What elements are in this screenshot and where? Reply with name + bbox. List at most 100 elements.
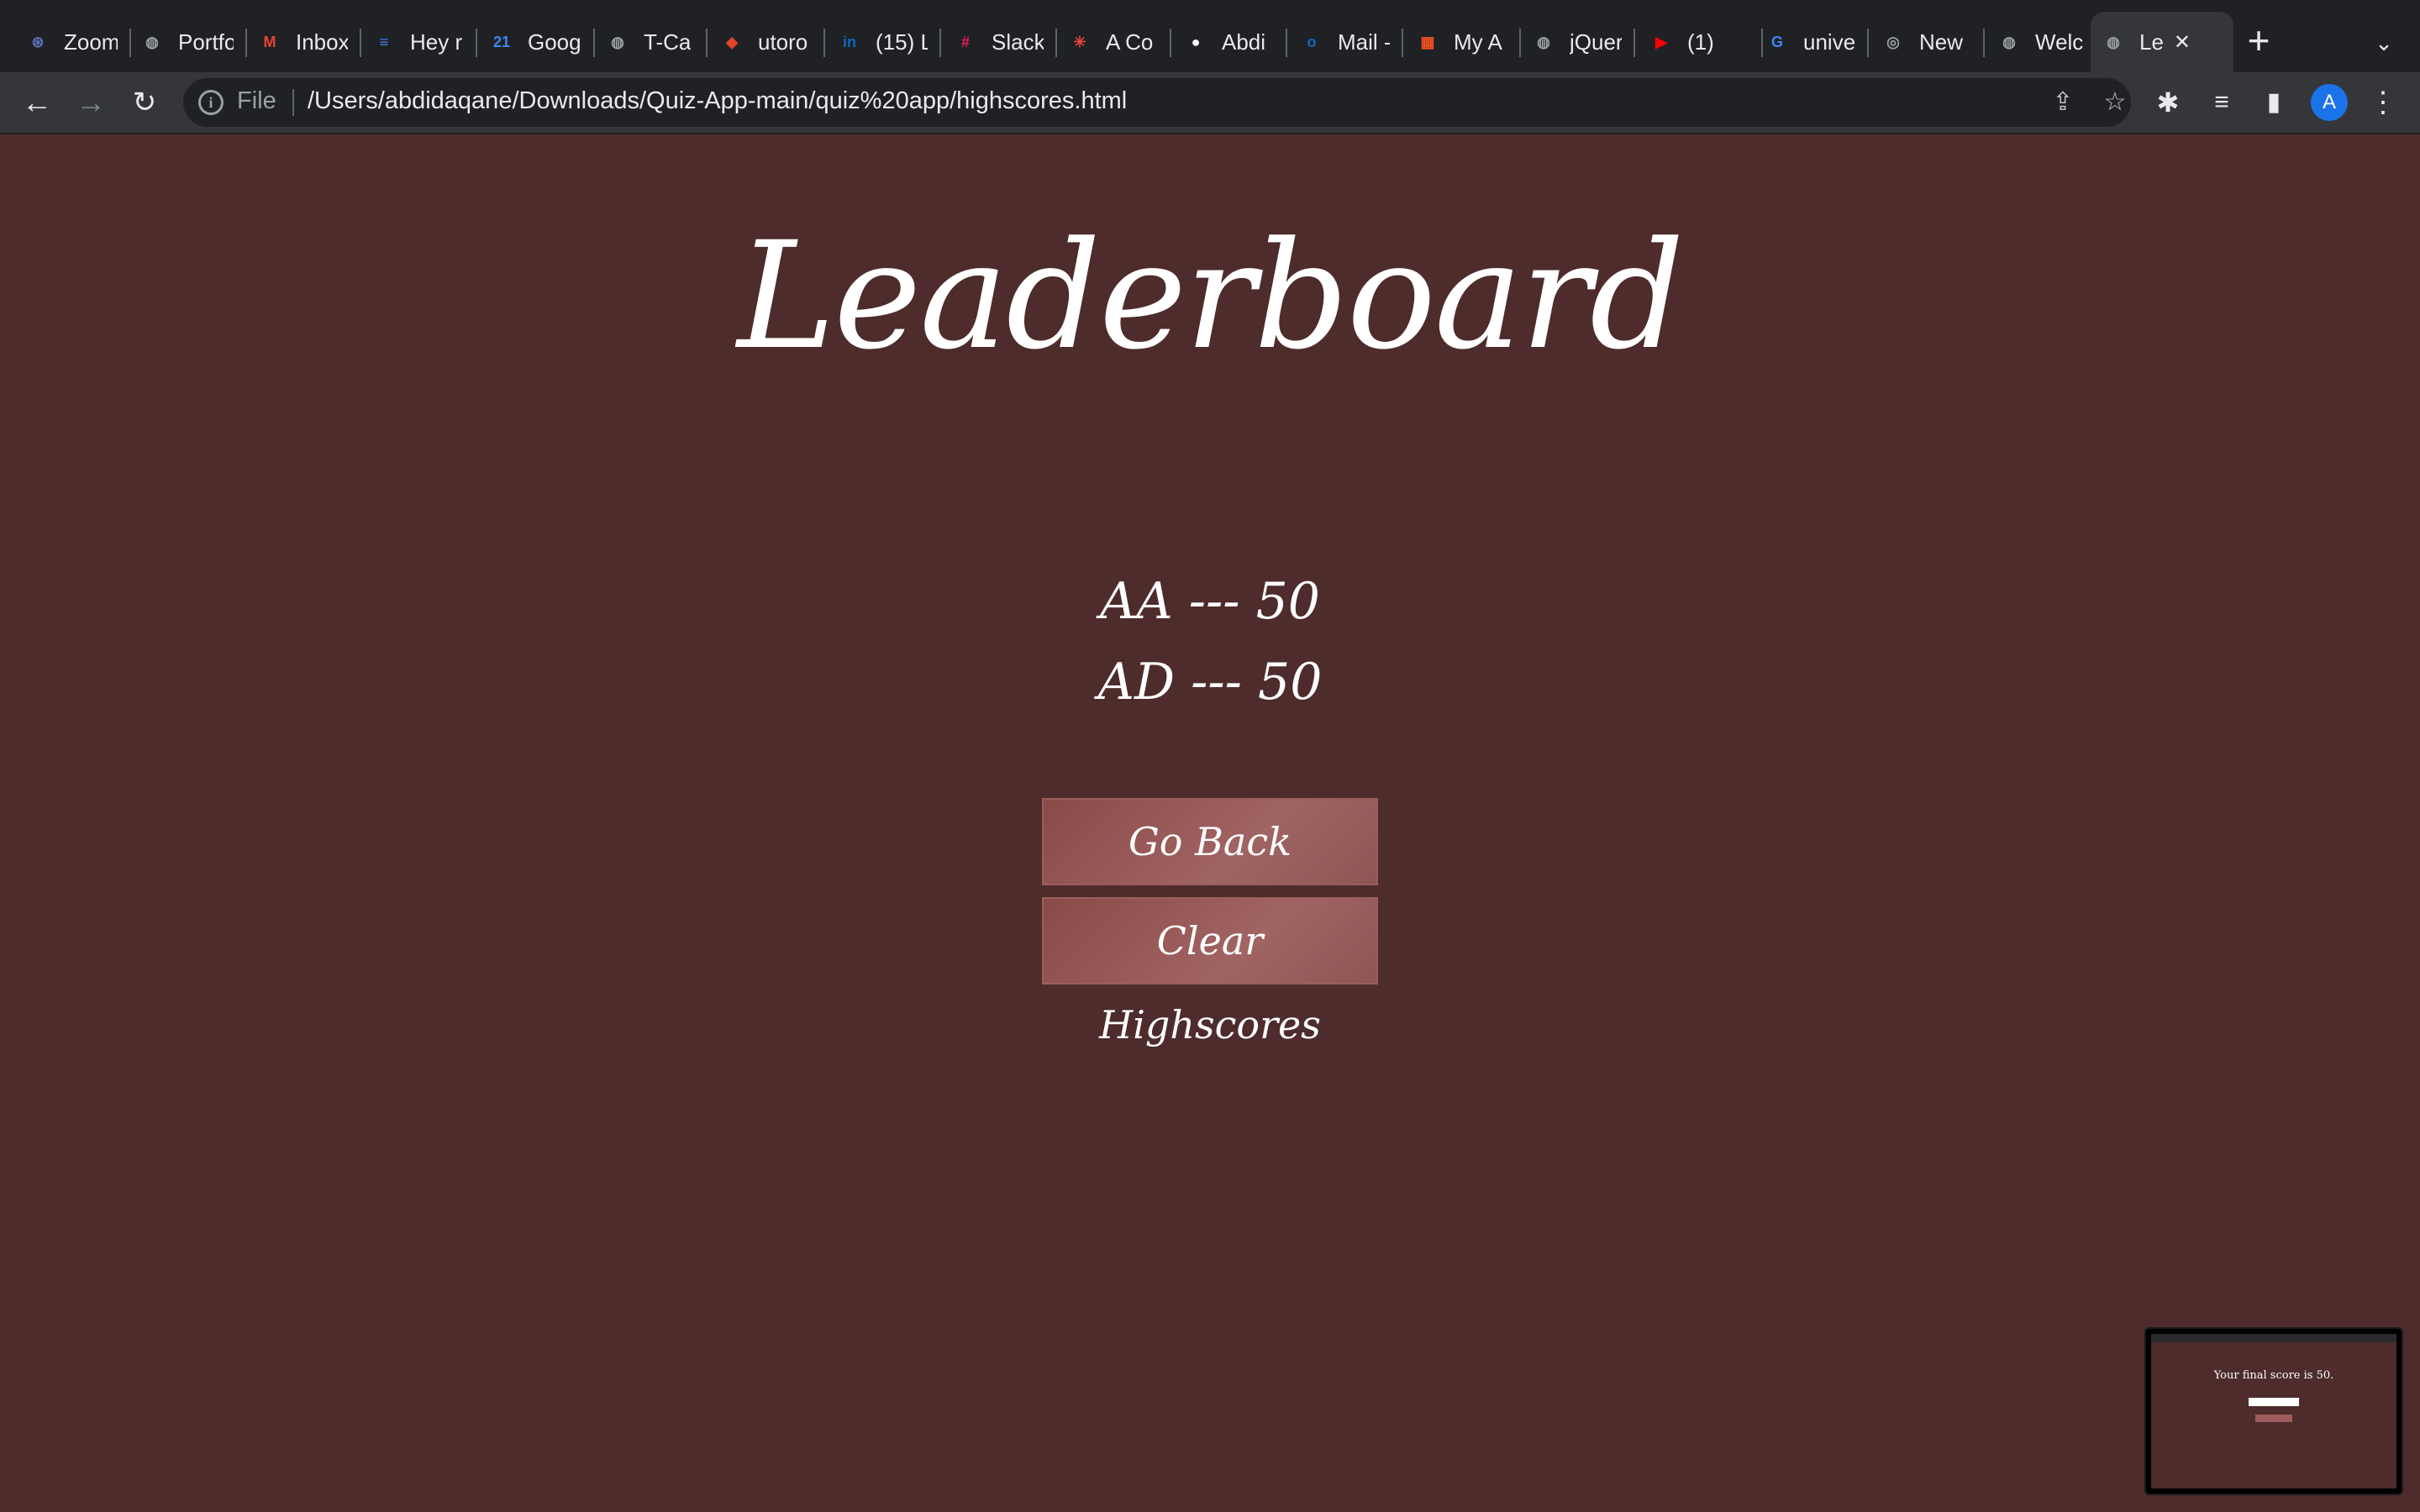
screenshot-preview-thumbnail[interactable]: Your final score is 50.: [2144, 1327, 2403, 1495]
url-text[interactable]: /Users/abdidaqane/Downloads/Quiz-App-mai…: [308, 87, 1127, 115]
zoom-icon: ⊛: [31, 33, 45, 50]
tab-separator: [593, 29, 595, 57]
gmail-icon: M: [263, 33, 276, 50]
browser-tab[interactable]: # Slack: [953, 15, 1044, 69]
tab-title: jQuer: [1570, 29, 1622, 55]
globe-icon: ◍: [1537, 33, 1550, 50]
tab-title: Mail -: [1338, 29, 1390, 55]
bookmark-star-icon[interactable]: ☆: [2097, 85, 2133, 120]
browser-tab[interactable]: ● Abdi: [1183, 15, 1274, 69]
tab-title: Abdi: [1222, 29, 1266, 55]
browser-tab[interactable]: Gunive: [1765, 15, 1855, 69]
media-control-icon[interactable]: ≡: [2200, 81, 2244, 124]
tab-title: utoro: [758, 29, 808, 55]
reload-button[interactable]: ↻: [123, 81, 166, 124]
page-content: Leaderboard AA --- 50 AD --- 50 Go Back …: [0, 134, 2420, 1512]
tab-separator: [476, 29, 477, 57]
score-item: AD --- 50: [1097, 653, 1323, 711]
google-icon: G: [1770, 33, 1783, 50]
browser-tab[interactable]: ⊛ Zoom: [25, 15, 118, 69]
tab-separator: [1286, 29, 1287, 57]
tab-title: unive: [1803, 29, 1855, 55]
browser-tab[interactable]: ◍ jQuer: [1531, 15, 1622, 69]
tab-title: Portfolio: [178, 29, 234, 55]
globe-icon: ◍: [611, 33, 624, 50]
browser-tab[interactable]: ◎ New: [1881, 15, 1971, 69]
tab-title: Zoom: [64, 29, 118, 55]
chrome-icon: ◎: [1886, 33, 1900, 50]
new-tab-button[interactable]: +: [2235, 18, 2282, 66]
browser-tab[interactable]: ◍ Welc: [1996, 15, 2087, 69]
microsoft-icon: ▦: [1420, 33, 1435, 50]
side-panel-icon[interactable]: ▮: [2252, 81, 2296, 124]
page-title: Leaderboard: [737, 210, 1684, 382]
tab-separator: [1761, 29, 1763, 57]
browser-tab[interactable]: ◆ utoro: [719, 15, 812, 69]
browser-tab[interactable]: M Inbox: [257, 15, 349, 69]
back-button[interactable]: ←: [15, 81, 59, 124]
tab-separator: [706, 29, 708, 57]
preview-submit-button: [2255, 1415, 2292, 1422]
go-back-button[interactable]: Go Back: [1042, 798, 1378, 885]
tab-title: Le: [2139, 29, 2164, 55]
tab-separator: [245, 29, 247, 57]
tab-title: (1): [1687, 29, 1714, 55]
browser-tab[interactable]: ◍ Portfolio: [139, 15, 234, 69]
tab-separator: [1402, 29, 1403, 57]
tab-title: Inbox: [296, 29, 348, 55]
globe-icon: ◍: [145, 33, 159, 50]
tab-title: Google: [528, 29, 581, 55]
tab-title: A Co: [1106, 29, 1154, 55]
tab-separator: [360, 29, 361, 57]
score-item: AA --- 50: [1100, 572, 1320, 631]
share-icon[interactable]: ⇪: [2045, 85, 2081, 120]
gitlab-icon: ◆: [726, 33, 738, 50]
docs-icon: ≡: [379, 33, 389, 50]
tab-separator: [1519, 29, 1521, 57]
info-icon[interactable]: i: [198, 90, 224, 115]
highscores-list: AA --- 50 AD --- 50: [0, 561, 2420, 722]
tab-strip: ⊛ Zoom ◍ Portfolio M Inbox ≡ Hey r 21 Google ◍ T-Ca…: [0, 0, 2420, 72]
tab-title: Slack: [992, 29, 1044, 55]
tab-search-icon[interactable]: ⌄: [2365, 24, 2403, 62]
forward-button[interactable]: →: [69, 81, 113, 124]
browser-tab[interactable]: ▦ My A: [1415, 15, 1507, 69]
tab-title: New: [1919, 29, 1964, 55]
browser-toolbar: ← → ↻ i File /Users/abdidaqane/Downloads…: [0, 72, 2420, 134]
address-bar[interactable]: i File /Users/abdidaqane/Downloads/Quiz-…: [183, 78, 2131, 127]
tab-separator: [1634, 29, 1635, 57]
tab-separator: [129, 29, 131, 57]
outlook-icon: o: [1307, 33, 1317, 50]
close-tab-icon[interactable]: ✕: [2174, 30, 2191, 55]
browser-tab[interactable]: ▶ (1): [1649, 15, 1749, 69]
preview-browser-bar: [2151, 1334, 2396, 1342]
tab-title: My A: [1454, 29, 1502, 55]
menu-kebab-icon[interactable]: ⋮: [2361, 81, 2405, 124]
browser-tab[interactable]: o Mail -: [1299, 15, 1391, 69]
tab-separator: [823, 29, 825, 57]
browser-tab[interactable]: ✳ A Co: [1067, 15, 1158, 69]
tab-title: Welc: [2035, 29, 2084, 55]
tab-separator: [1983, 29, 1985, 57]
browser-tab[interactable]: ◍ T-Ca: [605, 15, 694, 69]
tab-title: (15) L: [876, 29, 928, 55]
tab-separator: [1867, 29, 1869, 57]
tab-separator: [939, 29, 941, 57]
preview-content: Your final score is 50.: [2151, 1334, 2396, 1488]
asterisk-icon: ✳: [1073, 33, 1086, 50]
profile-avatar[interactable]: A: [2311, 84, 2348, 121]
tab-title: Hey r: [410, 29, 463, 55]
tab-title: T-Ca: [644, 29, 692, 55]
scheme-label: File: [237, 87, 276, 114]
youtube-icon: ▶: [1655, 33, 1667, 50]
omnibox-divider: [292, 89, 294, 116]
browser-tab[interactable]: ◍ Le ✕: [2091, 12, 2233, 72]
clear-highscores-button[interactable]: Clear Highscores: [1042, 897, 1378, 1047]
browser-tab[interactable]: in (15) L: [837, 15, 928, 69]
browser-tab[interactable]: 21 Google: [489, 15, 581, 69]
extensions-icon[interactable]: ✱: [2146, 81, 2190, 124]
globe-icon: ◍: [2002, 33, 2016, 50]
tab-separator: [1055, 29, 1057, 57]
preview-score-text: Your final score is 50.: [2213, 1369, 2334, 1382]
browser-tab[interactable]: ≡ Hey r: [371, 15, 464, 69]
